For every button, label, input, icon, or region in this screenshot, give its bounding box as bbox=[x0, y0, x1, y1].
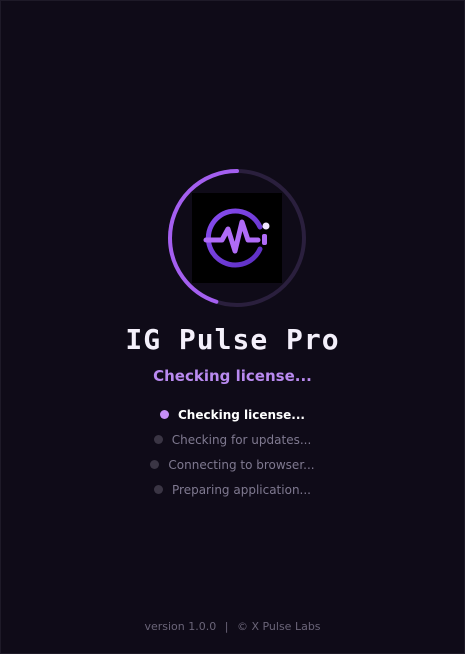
step-item: Connecting to browser... bbox=[1, 452, 464, 477]
footer-separator: | bbox=[224, 620, 229, 633]
startup-steps-list: Checking license... Checking for updates… bbox=[1, 402, 464, 502]
step-indicator-dot bbox=[154, 485, 163, 494]
step-label: Checking license... bbox=[178, 407, 305, 422]
splash-window: IG Pulse Pro Checking license... Checkin… bbox=[0, 0, 465, 654]
footer: version 1.0.0 | © X Pulse Labs bbox=[1, 620, 464, 633]
pulse-wave-logo-icon bbox=[203, 208, 270, 268]
app-title: IG Pulse Pro bbox=[125, 323, 340, 356]
step-label: Checking for updates... bbox=[171, 432, 312, 447]
step-indicator-dot bbox=[150, 460, 160, 469]
step-item: Checking license... bbox=[1, 402, 464, 427]
copyright-label: © X Pulse Labs bbox=[236, 620, 321, 633]
version-label: version 1.0.0 bbox=[144, 620, 217, 633]
step-item: Checking for updates... bbox=[1, 427, 464, 452]
step-indicator-dot bbox=[153, 435, 163, 444]
step-label: Preparing application... bbox=[172, 482, 311, 497]
step-label: Connecting to browser... bbox=[168, 457, 315, 472]
loading-ring bbox=[166, 167, 308, 309]
step-indicator-dot bbox=[160, 410, 169, 419]
status-text: Checking license... bbox=[153, 367, 312, 385]
step-item: Preparing application... bbox=[1, 477, 464, 502]
app-logo bbox=[192, 193, 282, 283]
